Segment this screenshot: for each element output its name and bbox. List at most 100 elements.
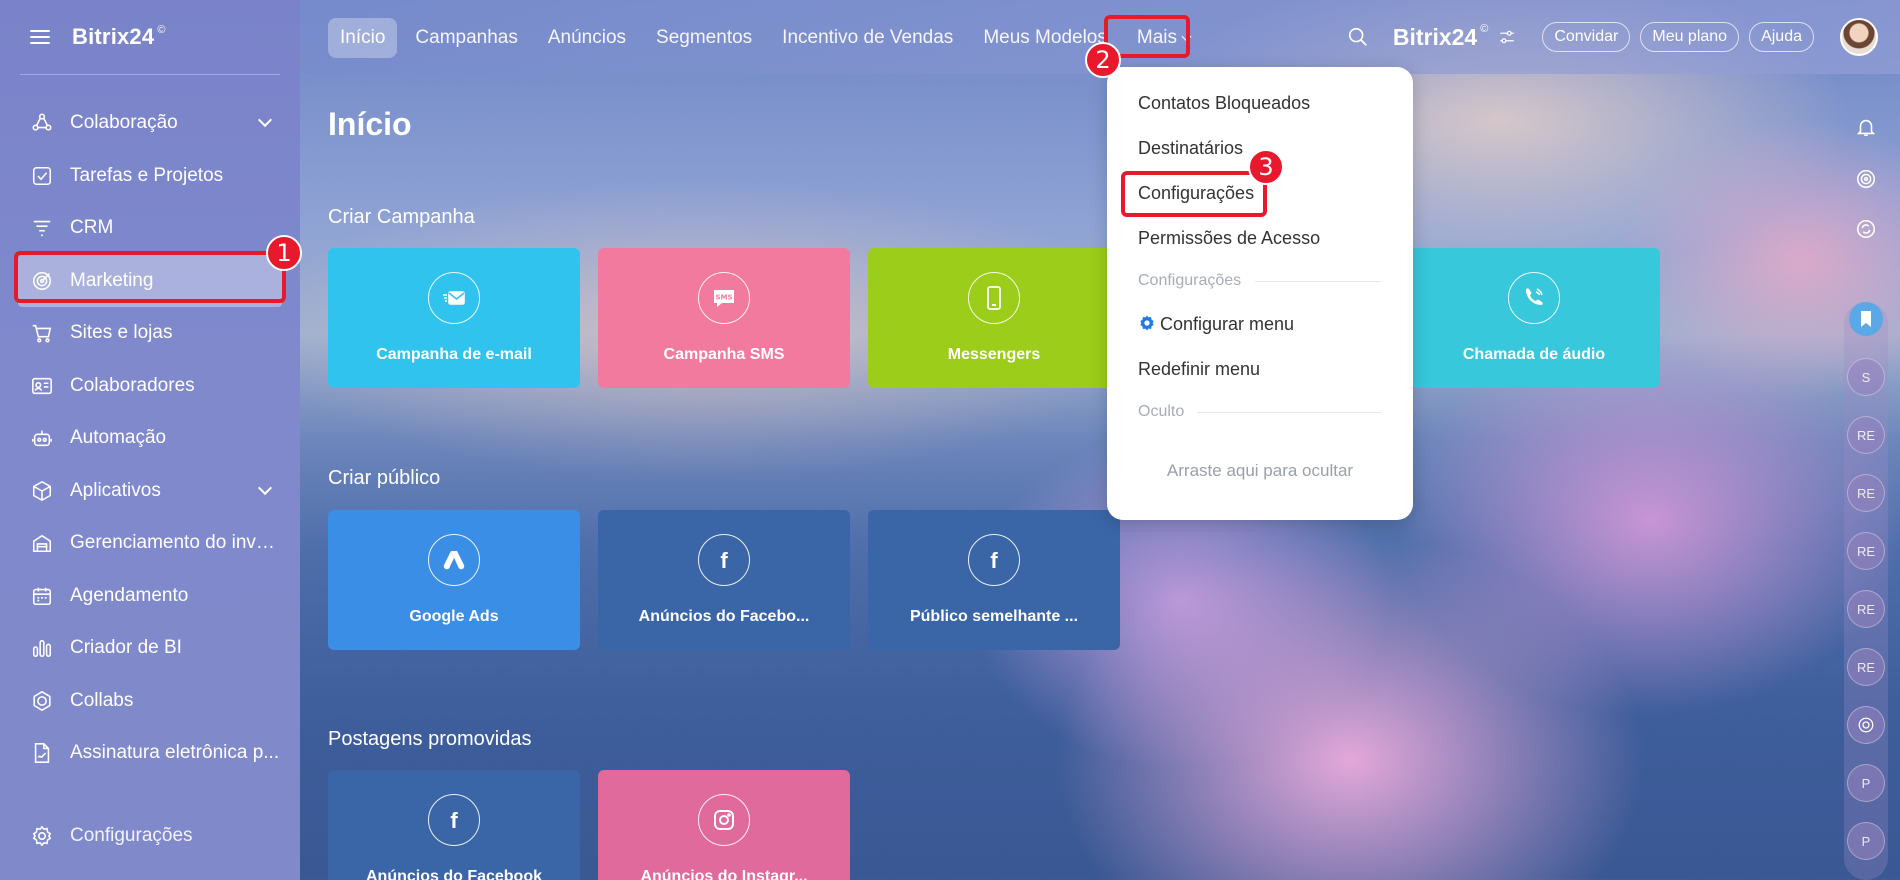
my-plan-button[interactable]: Meu plano: [1640, 22, 1740, 52]
tab-incentivo-de-vendas[interactable]: Incentivo de Vendas: [770, 18, 965, 58]
chat-avatar[interactable]: S: [1847, 358, 1885, 396]
chat-avatar[interactable]: RE: [1847, 532, 1885, 570]
tile-sms-campaign[interactable]: SMS Campanha SMS: [598, 248, 850, 388]
highlight-box-marketing: [14, 251, 286, 303]
more-dropdown-menu: Contatos Bloqueados Destinatários Config…: [1107, 67, 1413, 520]
tasks-icon: [30, 164, 54, 188]
sidebar-item-assinatura[interactable]: Assinatura eletrônica p...: [0, 727, 300, 780]
sms-icon: SMS: [698, 272, 750, 324]
settings-sliders-icon[interactable]: [1498, 28, 1516, 46]
page-title: Início: [328, 106, 412, 142]
gear-icon: [30, 824, 54, 848]
menu-item-configurar-menu[interactable]: Configurar menu: [1138, 314, 1294, 335]
apps-icon: [30, 479, 54, 503]
tab-campanhas[interactable]: Campanhas: [403, 18, 529, 58]
tile-label: Público semelhante ...: [909, 608, 1079, 625]
main-content: Início Criar Campanha Campanha de e-mail…: [300, 74, 1830, 880]
tile-instagram-ads[interactable]: Anúncios do Instagr...: [598, 770, 850, 880]
chat-avatar[interactable]: RE: [1847, 474, 1885, 512]
sidebar-item-tarefas[interactable]: Tarefas e Projetos: [0, 150, 300, 203]
chat-avatar[interactable]: RE: [1847, 648, 1885, 686]
tile-label: Chamada de áudio: [1462, 346, 1606, 363]
instagram-icon: [698, 794, 750, 846]
bitrix24-logo[interactable]: Bitrix24 ©: [1393, 23, 1488, 51]
employees-icon: [30, 374, 54, 398]
menu-item-destinatarios[interactable]: Destinatários: [1138, 138, 1243, 159]
section-title-criar-publico: Criar público: [328, 467, 441, 489]
menu-section-oculto: Oculto: [1138, 403, 1381, 421]
search-icon[interactable]: [1347, 26, 1369, 48]
invite-button[interactable]: Convidar: [1542, 22, 1631, 52]
section-title-criar-campanha: Criar Campanha: [328, 206, 475, 228]
svg-text:f: f: [990, 548, 998, 573]
sidebar-item-label: Aplicativos: [70, 479, 161, 501]
tile-google-ads[interactable]: Google Ads: [328, 510, 580, 650]
google-ads-icon: [428, 534, 480, 586]
sidebar-item-inventario[interactable]: Gerenciamento do inve...: [0, 517, 300, 570]
sidebar-item-label: Sites e lojas: [70, 322, 173, 344]
sidebar-item-configuracoes[interactable]: Configurações: [0, 810, 193, 863]
sidebar-item-colaboradores[interactable]: Colaboradores: [0, 360, 300, 413]
menu-item-redefinir-menu[interactable]: Redefinir menu: [1138, 359, 1260, 380]
user-avatar[interactable]: [1840, 18, 1878, 56]
highlight-box-configuracoes: [1121, 171, 1267, 217]
step-badge-3: 3: [1248, 149, 1284, 185]
chat-avatar[interactable]: P: [1847, 822, 1885, 860]
chevron-down-icon: [257, 112, 273, 128]
cart-icon: [30, 321, 54, 345]
chat-refresh-icon[interactable]: [1849, 212, 1883, 246]
right-rail: S RE RE RE RE RE P P: [1832, 74, 1900, 880]
sidebar-item-colaboracao[interactable]: Colaboração: [0, 97, 300, 150]
tile-facebook-ads[interactable]: f Anúncios do Facebook: [328, 770, 580, 880]
tile-label: Messengers: [947, 346, 1041, 363]
crm-icon: [30, 216, 54, 240]
tile-facebook-audience[interactable]: f Anúncios do Facebo...: [598, 510, 850, 650]
marketing-tabs: Início Campanhas Anúncios Segmentos Ince…: [328, 18, 1208, 58]
bell-icon[interactable]: [1849, 110, 1883, 144]
sidebar-item-agendamento[interactable]: Agendamento: [0, 570, 300, 623]
collaboration-icon: [30, 111, 54, 135]
chat-avatar[interactable]: RE: [1847, 590, 1885, 628]
menu-icon[interactable]: [30, 30, 50, 44]
menu-section-configuracoes: Configurações: [1138, 272, 1381, 290]
chevron-down-icon: [257, 480, 273, 495]
sidebar-item-crm[interactable]: CRM: [0, 202, 300, 255]
sidebar-item-label: CRM: [70, 217, 114, 239]
app-logo[interactable]: Bitrix24 ©: [72, 24, 166, 50]
tile-label: Campanha de e-mail: [376, 346, 532, 363]
tile-messengers[interactable]: Messengers: [868, 248, 1120, 388]
sidebar-item-collabs[interactable]: Collabs: [0, 675, 300, 728]
sidebar-item-aplicativos[interactable]: Aplicativos: [0, 465, 300, 518]
sidebar-item-automacao[interactable]: Automação: [0, 412, 300, 465]
tile-audio-call[interactable]: Chamada de áudio: [1408, 248, 1660, 388]
sidebar-item-sites[interactable]: Sites e lojas: [0, 307, 300, 360]
tab-anuncios[interactable]: Anúncios: [536, 18, 638, 58]
chat-avatar[interactable]: P: [1847, 764, 1885, 802]
tile-lookalike-audience[interactable]: f Público semelhante ...: [868, 510, 1120, 650]
menu-item-contatos-bloqueados[interactable]: Contatos Bloqueados: [1138, 93, 1310, 114]
drag-to-hide-zone[interactable]: Arraste aqui para ocultar: [1107, 461, 1413, 481]
tab-segmentos[interactable]: Segmentos: [644, 18, 764, 58]
bi-chart-icon: [30, 636, 54, 660]
sidebar-item-bi[interactable]: Criador de BI: [0, 622, 300, 675]
chat-avatar[interactable]: RE: [1847, 416, 1885, 454]
tab-inicio[interactable]: Início: [328, 18, 398, 58]
sidebar-item-label: Colaboradores: [70, 374, 195, 396]
copilot-icon[interactable]: [1849, 162, 1883, 196]
email-campaign-icon: [428, 272, 480, 324]
help-button[interactable]: Ajuda: [1749, 22, 1814, 52]
facebook-icon: f: [698, 534, 750, 586]
sidebar-item-label: Criador de BI: [70, 637, 182, 659]
menu-item-permissoes-de-acesso[interactable]: Permissões de Acesso: [1138, 228, 1320, 249]
sidebar-item-label: Automação: [70, 427, 167, 449]
audio-call-icon: [1508, 272, 1560, 324]
chat-avatar-copilot[interactable]: [1847, 706, 1885, 744]
step-badge-1: 1: [266, 235, 302, 271]
calendar-icon: [30, 584, 54, 608]
tile-label: Campanha SMS: [663, 346, 785, 363]
sidebar-item-label: Collabs: [70, 689, 134, 711]
bookmark-icon[interactable]: [1849, 302, 1883, 336]
tile-email-campaign[interactable]: Campanha de e-mail: [328, 248, 580, 388]
tile-label: Anúncios do Instagr...: [640, 868, 808, 880]
left-sidebar: Bitrix24 © Colaboração Tarefas e Projetos…: [0, 0, 300, 880]
